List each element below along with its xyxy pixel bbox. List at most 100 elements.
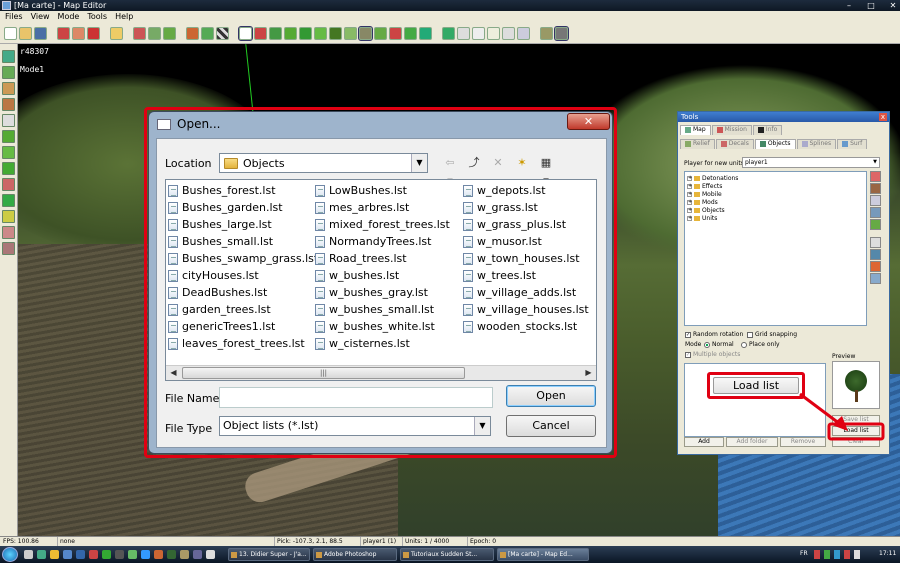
list-icon[interactable] [472, 26, 485, 40]
quick-tool-icon[interactable] [180, 550, 189, 559]
language-indicator[interactable]: FR [800, 550, 808, 557]
player-select[interactable]: player1 ▼ [742, 157, 880, 168]
tree-node-detonations[interactable]: + Detonations [687, 174, 864, 182]
quick-desktop-icon[interactable] [24, 550, 33, 559]
quick-cmd-icon[interactable] [115, 550, 124, 559]
tab-info[interactable]: Info [752, 124, 783, 135]
tab-splines[interactable]: Splines [796, 138, 837, 149]
quick-media-icon[interactable] [89, 550, 98, 559]
file-item[interactable]: w_bushes.lst [315, 267, 450, 284]
maximize-icon[interactable]: □ [866, 1, 876, 10]
file-list[interactable]: Bushes_forest.lst Bushes_garden.lst Bushes… [165, 179, 597, 381]
task-tutoriaux[interactable]: Tutoriaux Sudden St... [400, 548, 494, 561]
menu-view[interactable]: View [31, 11, 50, 23]
file-item[interactable]: w_grass.lst [463, 199, 589, 216]
side-tree-icon[interactable] [870, 219, 881, 230]
tab-decals[interactable]: Decals [715, 138, 754, 149]
quick-more-icon[interactable] [206, 550, 215, 559]
menu-tools[interactable]: Tools [87, 11, 107, 23]
side-house-icon[interactable] [870, 171, 881, 182]
file-item[interactable]: w_grass_plus.lst [463, 216, 589, 233]
file-name-input[interactable] [219, 387, 493, 408]
hill-icon[interactable] [329, 26, 342, 40]
layer-markers-icon[interactable] [2, 242, 15, 255]
menu-mode[interactable]: Mode [58, 11, 80, 23]
paint-icon[interactable] [148, 26, 161, 40]
script-icon[interactable] [442, 26, 455, 40]
quick-game-icon[interactable] [102, 550, 111, 559]
menu-files[interactable]: Files [5, 11, 23, 23]
file-item[interactable]: NormandyTrees.lst [315, 233, 450, 250]
page-icon[interactable] [517, 26, 530, 40]
open-button[interactable]: Open [506, 385, 596, 407]
layer-objects-icon[interactable] [2, 66, 15, 79]
layer-grid-icon[interactable] [2, 114, 15, 127]
add-folder-button[interactable]: Add folder [726, 437, 778, 447]
road-icon[interactable] [284, 26, 297, 40]
task-map-editor[interactable]: [Ma carte] - Map Ed... [497, 548, 589, 561]
delete-icon[interactable]: ✕ [489, 154, 507, 172]
file-item[interactable]: w_musor.lst [463, 233, 589, 250]
tree-node-mobile[interactable]: + Mobile [687, 190, 864, 198]
flag-icon[interactable] [87, 26, 100, 40]
tab-map[interactable]: Map [680, 124, 711, 135]
file-item[interactable]: w_depots.lst [463, 182, 589, 199]
marker-icon[interactable] [389, 26, 402, 40]
file-item[interactable]: w_bushes_gray.lst [315, 284, 450, 301]
side-blank-icon[interactable] [870, 237, 881, 248]
chevron-down-icon[interactable]: ▼ [411, 154, 427, 172]
side-flag-icon[interactable] [870, 261, 881, 272]
task-music[interactable]: 13. Didier Super - J'a... [228, 548, 310, 561]
layer-fields-icon[interactable] [2, 146, 15, 159]
location-combo[interactable]: Objects ▼ [219, 153, 428, 173]
file-item[interactable]: w_town_houses.lst [463, 250, 589, 267]
quick-folder-icon[interactable] [50, 550, 59, 559]
rotate-icon[interactable] [254, 26, 267, 40]
layer-houses-icon[interactable] [2, 82, 15, 95]
tree-brush-icon[interactable] [269, 26, 282, 40]
scrollbar-thumb[interactable]: ||| [182, 367, 465, 379]
tree-node-mods[interactable]: + Mods [687, 198, 864, 206]
quick-app-icon[interactable] [63, 550, 72, 559]
quick-firefox-icon[interactable] [154, 550, 163, 559]
horizontal-scrollbar[interactable]: ◀ ||| ▶ [166, 365, 596, 380]
quick-ps-icon[interactable] [141, 550, 150, 559]
add-button[interactable]: Add [684, 437, 724, 447]
new-folder-icon[interactable]: ✶ [513, 154, 531, 172]
field-icon[interactable] [314, 26, 327, 40]
multiple-objects-option[interactable]: ✓ Multiple objects [685, 351, 740, 358]
back-arrow-icon[interactable]: ⇦ ▾ [441, 154, 459, 187]
file-item[interactable]: w_bushes_small.lst [315, 301, 450, 318]
up-folder-icon[interactable]: ⤴ [465, 154, 483, 172]
random-rotation-option[interactable]: ✓ Random rotation [685, 331, 743, 338]
file-item[interactable]: genericTrees1.lst [168, 318, 318, 335]
load-list-button[interactable]: Load list [832, 426, 880, 436]
object-tree[interactable]: + Detonations + Effects + Mobile + Mods + Obj… [684, 171, 867, 326]
quick-extra-icon[interactable] [193, 550, 202, 559]
chevron-down-icon[interactable]: ▼ [474, 417, 490, 435]
file-item[interactable]: Road_trees.lst [315, 250, 450, 267]
save-icon[interactable] [34, 26, 47, 40]
tab-surf[interactable]: Surf [837, 138, 868, 149]
minimize-icon[interactable]: – [844, 1, 854, 10]
layer-water-icon[interactable] [2, 194, 15, 207]
file-item[interactable]: cityHouses.lst [168, 267, 318, 284]
tree-node-objects[interactable]: + Objects [687, 206, 864, 214]
start-button[interactable] [2, 547, 18, 562]
file-item[interactable]: mixed_forest_trees.lst [315, 216, 450, 233]
tree-node-effects[interactable]: + Effects [687, 182, 864, 190]
clear-button[interactable]: Clear [832, 437, 880, 447]
layer-zones-icon[interactable] [2, 226, 15, 239]
mode-normal-radio[interactable] [704, 341, 710, 348]
grid-snapping-checkbox[interactable] [747, 331, 753, 338]
notes-icon[interactable] [502, 26, 515, 40]
grid-icon[interactable] [216, 26, 229, 40]
file-item[interactable]: w_bushes_white.lst [315, 318, 450, 335]
close-icon[interactable]: ✕ [888, 1, 898, 10]
file-item[interactable]: w_village_adds.lst [463, 284, 589, 301]
side-units-icon[interactable] [870, 195, 881, 206]
layer-units-icon[interactable] [2, 98, 15, 111]
file-item[interactable]: wooden_stocks.lst [463, 318, 589, 335]
water-icon[interactable] [344, 26, 357, 40]
spawn-icon[interactable] [419, 26, 432, 40]
